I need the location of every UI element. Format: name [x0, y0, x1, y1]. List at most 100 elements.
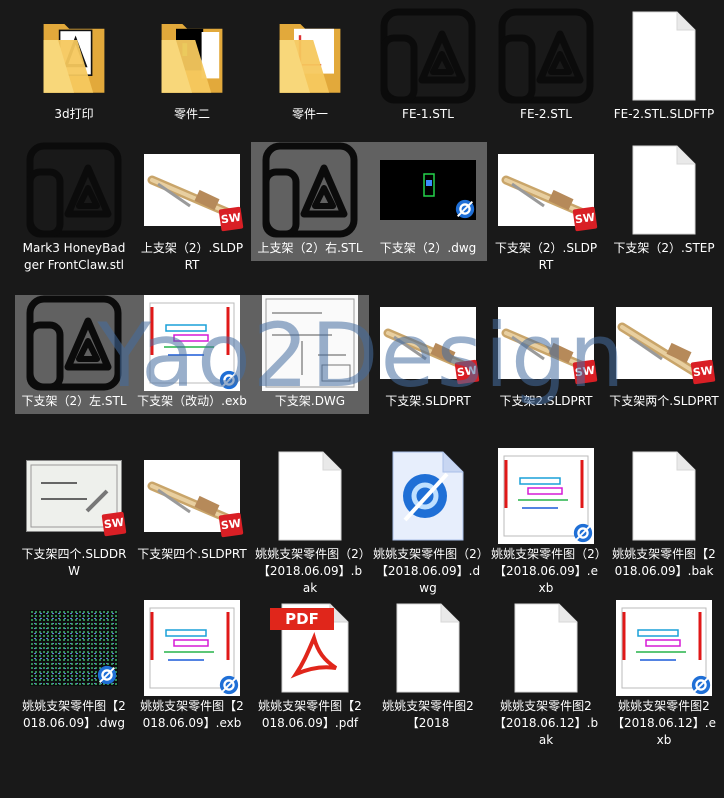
file-name-label: 姚姚支架零件图（2）【2018.06.09】.dwg [373, 547, 483, 595]
file-name-label: 上支架（2）.SLDPRT [140, 241, 244, 272]
file-name-label: 姚姚支架零件图【2018.06.09】.bak [612, 547, 716, 578]
pdf-file-icon: PDF [251, 600, 369, 696]
file-name-label: 姚姚支架零件图【2018.06.09】.exb [140, 699, 244, 730]
file-name-label: FE-1.STL [402, 107, 454, 121]
caxa-badge-icon [691, 675, 711, 695]
file-name-label: 下支架.DWG [274, 394, 346, 408]
file-item-lower2-sldprt[interactable]: SW 下支架2.SLDPRT [487, 295, 605, 414]
file-item-fe2[interactable]: FE-2.STL [487, 8, 605, 127]
file-item-lower-four-sldprt[interactable]: SW 下支架四个.SLDPRT [133, 448, 251, 567]
file-name-label: 姚姚支架零件图2【2018.06.12】.exb [612, 699, 716, 747]
file-item-lower-mod-exb[interactable]: 下支架（改动）.exb [133, 295, 251, 414]
file-item-fe1[interactable]: FE-1.STL [369, 8, 487, 127]
solidworks-badge-icon: SW [218, 206, 244, 232]
exb-drawing-thumb [605, 600, 723, 696]
file-name-label: FE-2.STL [520, 107, 572, 121]
file-item-lower-sldprt[interactable]: SW 下支架（2）.SLDPRT [487, 142, 605, 278]
file-item-yy-2-exb[interactable]: 姚姚支架零件图（2）【2018.06.09】.exb [487, 448, 605, 601]
exb-drawing-thumb [133, 600, 251, 696]
file-name-label: Mark3 HoneyBadger FrontClaw.stl [22, 241, 126, 272]
file-name-label: 姚姚支架零件图【2018.06.09】.dwg [22, 699, 126, 730]
exb-drawing-thumb [487, 448, 605, 544]
blank-file-icon [605, 448, 723, 544]
solidworks-badge-icon: SW [454, 359, 480, 385]
file-item-lower-dwg[interactable]: 下支架（2）.dwg [369, 142, 487, 261]
solidworks-badge-icon: SW [218, 512, 244, 538]
blank-file-icon [369, 600, 487, 696]
solidworks-part-thumb: SW [369, 295, 487, 391]
solidworks-part-thumb: SW [487, 295, 605, 391]
file-item-yy-bak[interactable]: 姚姚支架零件图【2018.06.09】.bak [605, 448, 723, 584]
solidworks-badge-icon: SW [690, 359, 716, 385]
stl-app-icon [15, 142, 133, 238]
file-item-lower-step[interactable]: 下支架（2）.STEP [605, 142, 723, 261]
folder-icon [133, 8, 251, 104]
folder-icon [251, 8, 369, 104]
file-name-label: 零件二 [173, 107, 210, 121]
caxa-badge-icon [573, 523, 593, 543]
blank-file-icon [605, 8, 723, 104]
blank-file-icon [605, 142, 723, 238]
file-item-fe2-sldftp[interactable]: FE-2.STL.SLDFTP [605, 8, 723, 127]
file-item-yy-exb[interactable]: 姚姚支架零件图【2018.06.09】.exb [133, 600, 251, 736]
dwg-dark-thumb [369, 142, 487, 238]
exb-drawing-thumb [133, 295, 251, 391]
file-name-label: 下支架（2）.STEP [613, 241, 715, 255]
file-item-upper-sldprt[interactable]: SW 上支架（2）.SLDPRT [133, 142, 251, 278]
file-name-label: 下支架（2）.SLDPRT [494, 241, 598, 272]
file-item-yy-pdf[interactable]: PDF 姚姚支架零件图【2018.06.09】.pdf [251, 600, 369, 736]
file-name-label: 下支架两个.SLDPRT [609, 394, 719, 408]
caxa-badge-icon [219, 675, 239, 695]
file-name-label: FE-2.STL.SLDFTP [613, 107, 715, 121]
dwg-sheet-thumb [251, 295, 369, 391]
file-item-lower-sldprt2[interactable]: SW 下支架.SLDPRT [369, 295, 487, 414]
file-item-yy-2-dwg[interactable]: 姚姚支架零件图（2）【2018.06.09】.dwg [369, 448, 487, 601]
caxa-badge-icon [219, 370, 239, 390]
file-item-yy2-exb[interactable]: 姚姚支架零件图2【2018.06.12】.exb [605, 600, 723, 753]
file-name-label: 姚姚支架零件图（2）【2018.06.09】.bak [255, 547, 365, 595]
caxa-badge-icon [97, 665, 117, 685]
file-item-folder-3d[interactable]: 3d打印 [15, 8, 133, 127]
file-name-label: 姚姚支架零件图2【2018.06.12】.bak [493, 699, 599, 747]
file-item-upper-right-stl[interactable]: 上支架（2）右.STL [251, 142, 369, 261]
file-name-label: 姚姚支架零件图2【2018 [382, 699, 474, 730]
file-name-label: 下支架（改动）.exb [137, 394, 247, 408]
file-name-label: 零件一 [291, 107, 328, 121]
file-name-label: 下支架（2）.dwg [379, 241, 477, 255]
solidworks-part-thumb: SW [133, 142, 251, 238]
file-name-label: 姚姚支架零件图【2018.06.09】.pdf [258, 699, 362, 730]
stl-app-icon [251, 142, 369, 238]
solidworks-drawing-thumb: SW [15, 448, 133, 544]
solidworks-part-thumb: SW [133, 448, 251, 544]
file-item-yy2-2018[interactable]: 姚姚支架零件图2【2018 [369, 600, 487, 736]
file-name-label: 下支架（2）左.STL [21, 394, 127, 408]
file-item-folder-part1[interactable]: 零件一 [251, 8, 369, 127]
stl-app-icon [15, 295, 133, 391]
file-item-lower-dwg2[interactable]: 下支架.DWG [251, 295, 369, 414]
solidworks-badge-icon: SW [572, 206, 598, 232]
file-item-lower-two-sldprt[interactable]: SW 下支架两个.SLDPRT [605, 295, 723, 414]
file-item-lower-four-slddrw[interactable]: SW 下支架四个.SLDDRW [15, 448, 133, 584]
pdf-label-badge: PDF [270, 608, 334, 630]
file-item-yy2-bak[interactable]: 姚姚支架零件图2【2018.06.12】.bak [487, 600, 605, 753]
file-item-folder-part2[interactable]: 零件二 [133, 8, 251, 127]
solidworks-part-thumb: SW [487, 142, 605, 238]
dwg-dark-thumb [15, 600, 133, 696]
file-item-yy-dwg[interactable]: 姚姚支架零件图【2018.06.09】.dwg [15, 600, 133, 736]
file-name-label: 下支架四个.SLDPRT [137, 547, 247, 561]
file-item-mark3[interactable]: Mark3 HoneyBadger FrontClaw.stl [15, 142, 133, 278]
file-name-label: 下支架四个.SLDDRW [21, 547, 127, 578]
solidworks-part-thumb: SW [605, 295, 723, 391]
solidworks-badge-icon: SW [101, 511, 127, 537]
folder-icon [15, 8, 133, 104]
file-name-label: 下支架2.SLDPRT [499, 394, 593, 408]
file-name-label: 下支架.SLDPRT [385, 394, 471, 408]
stl-app-icon [369, 8, 487, 104]
file-name-label: 上支架（2）右.STL [257, 241, 363, 255]
file-item-yy-2-bak[interactable]: 姚姚支架零件图（2）【2018.06.09】.bak [251, 448, 369, 601]
file-name-label: 3d打印 [54, 107, 94, 121]
file-item-lower-left-stl[interactable]: 下支架（2）左.STL [15, 295, 133, 414]
caxa-file-icon [369, 448, 487, 544]
file-name-label: 姚姚支架零件图（2）【2018.06.09】.exb [491, 547, 601, 595]
caxa-badge-icon [455, 199, 475, 219]
